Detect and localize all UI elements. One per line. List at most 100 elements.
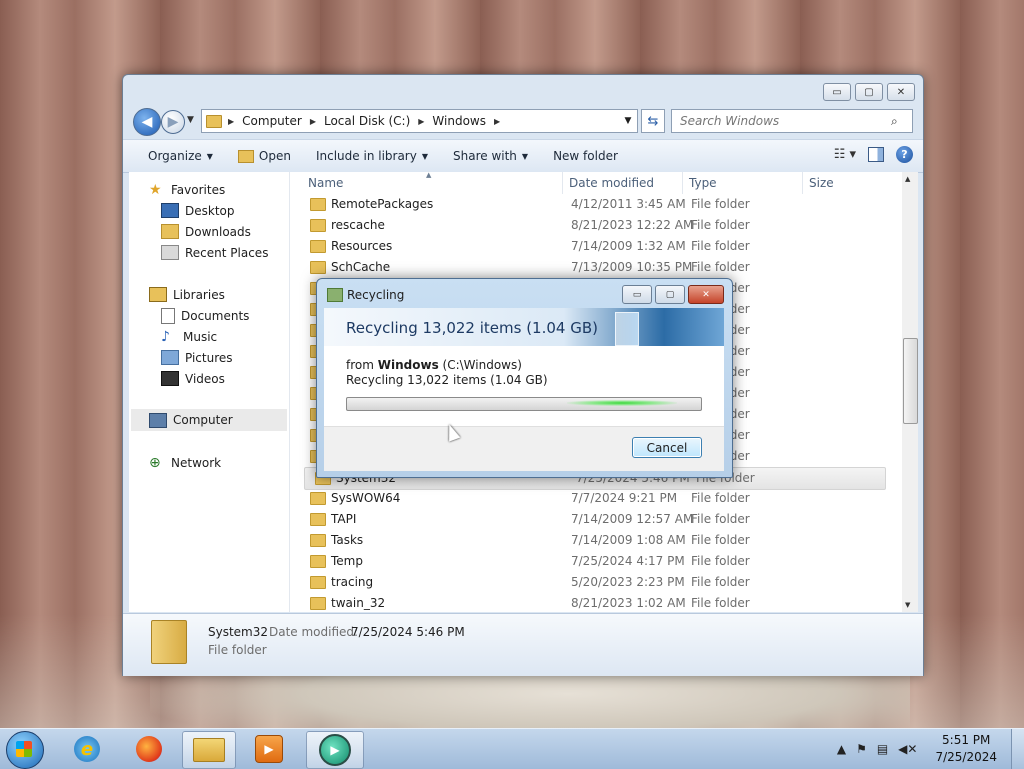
action-center-flag-icon[interactable]: ⚑ [856, 742, 867, 756]
refresh-icon: ⇆ [647, 113, 659, 129]
column-divider[interactable] [562, 172, 563, 194]
preview-pane-icon[interactable] [868, 147, 884, 162]
vertical-scrollbar[interactable]: ▲ ▼ [902, 172, 918, 612]
show-desktop-button[interactable] [1011, 729, 1024, 769]
clock[interactable]: 5:51 PM 7/25/2024 [935, 732, 997, 766]
open-icon [237, 149, 254, 163]
network-status-icon[interactable]: ▤ [877, 742, 888, 756]
volume-muted-icon[interactable]: ◀✕ [898, 742, 917, 756]
column-header-name[interactable]: Name [308, 176, 343, 190]
file-row[interactable]: SchCache 7/13/2009 10:35 PM File folder [300, 257, 880, 278]
taskbar: e ▶ ▶ ▲ ⚑ ▤ ◀✕ 5:51 PM 7/25/2024 [0, 728, 1024, 769]
scroll-down-icon[interactable]: ▼ [905, 601, 910, 609]
scroll-up-icon[interactable]: ▲ [905, 175, 910, 183]
refresh-button[interactable]: ⇆ [641, 109, 665, 133]
file-date-modified: 7/14/2009 1:32 AM [571, 239, 686, 253]
taskbar-firefox[interactable] [124, 731, 174, 767]
minimize-button[interactable]: ▭ [823, 83, 851, 101]
file-date-modified: 5/20/2023 2:23 PM [571, 575, 685, 589]
dialog-minimize-button[interactable]: ▭ [622, 285, 652, 304]
nav-network[interactable]: ⊕ Network [149, 455, 221, 471]
details-pane: System32 Date modified: 7/25/2024 5:46 P… [123, 613, 923, 676]
file-name: TAPI [331, 512, 357, 526]
file-type: File folder [691, 491, 750, 505]
navigation-pane: ★ Favorites Desktop Downloads Recent Plac… [129, 172, 289, 612]
views-icon[interactable]: ☷ ▾ [834, 147, 856, 162]
file-row[interactable]: TAPI 7/14/2009 12:57 AM File folder [300, 509, 880, 530]
nav-label: Favorites [171, 183, 226, 197]
file-row[interactable]: rescache 8/21/2023 12:22 AM File folder [300, 215, 880, 236]
file-row[interactable]: RemotePackages 4/12/2011 3:45 AM File fold… [300, 194, 880, 215]
nav-music[interactable]: ♪ Music [161, 329, 217, 345]
dialog-close-button[interactable]: ✕ [688, 285, 724, 304]
address-dropdown[interactable]: ▼ [619, 116, 637, 126]
file-row[interactable]: Temp 7/25/2024 4:17 PM File folder [300, 551, 880, 572]
breadcrumb-local-disk[interactable]: Local Disk (C:) ▶ [324, 114, 432, 128]
open-button[interactable]: Open [237, 149, 291, 163]
file-date-modified: 7/7/2024 9:21 PM [571, 491, 678, 505]
folder-icon [310, 198, 326, 211]
back-button[interactable]: ◀ [133, 108, 161, 136]
column-divider[interactable] [682, 172, 683, 194]
dialog-body: from Windows (C:\Windows) Recycling 13,0… [324, 346, 724, 426]
pictures-icon [161, 350, 179, 365]
nav-downloads[interactable]: Downloads [161, 224, 251, 239]
progress-glow [567, 400, 677, 406]
file-row[interactable]: Resources 7/14/2009 1:32 AM File folder [300, 236, 880, 257]
share-with-button[interactable]: Share with ▼ [453, 149, 528, 163]
folder-icon [310, 555, 326, 568]
recycle-bin-graphic [615, 312, 639, 346]
show-hidden-icons-icon[interactable]: ▲ [837, 742, 846, 756]
start-button[interactable] [6, 731, 44, 769]
include-in-library-button[interactable]: Include in library ▼ [316, 149, 428, 163]
file-name: tracing [331, 575, 374, 589]
column-header-size[interactable]: Size [809, 176, 834, 190]
nav-recent-places[interactable]: Recent Places [161, 245, 268, 260]
forward-button[interactable]: ▶ [161, 110, 185, 134]
nav-computer[interactable]: Computer [131, 409, 287, 431]
dialog-footer: Cancel [324, 426, 724, 471]
file-row[interactable]: SysWOW64 7/7/2024 9:21 PM File folder [300, 488, 880, 509]
nav-favorites[interactable]: ★ Favorites [149, 182, 225, 198]
nav-pictures[interactable]: Pictures [161, 350, 233, 365]
breadcrumb-computer[interactable]: Computer ▶ [242, 114, 324, 128]
file-row[interactable]: tracing 5/20/2023 2:23 PM File folder [300, 572, 880, 593]
column-divider[interactable] [802, 172, 803, 194]
sort-ascending-icon: ▲ [426, 171, 432, 179]
maximize-button[interactable]: ▢ [855, 83, 883, 101]
dialog-maximize-button[interactable]: ▢ [655, 285, 685, 304]
taskbar-windows-explorer[interactable] [182, 731, 236, 769]
close-button[interactable]: ✕ [887, 83, 915, 101]
details-name: System32 [208, 625, 269, 639]
search-icon[interactable]: ⌕ [891, 114, 898, 129]
star-icon: ★ [149, 182, 162, 198]
dialog-caption-buttons: ▭ ▢ ✕ [622, 285, 724, 304]
nav-libraries[interactable]: Libraries [149, 287, 225, 302]
search-box[interactable]: ⌕ [671, 109, 913, 133]
nav-label: Libraries [173, 287, 225, 302]
recent-pages-dropdown[interactable]: ▼ [187, 115, 194, 125]
help-icon[interactable]: ? [896, 146, 913, 163]
taskbar-recycle-progress[interactable]: ▶ [306, 731, 364, 769]
file-date-modified: 7/25/2024 4:17 PM [571, 554, 685, 568]
folder-icon [310, 261, 326, 274]
search-input[interactable] [678, 113, 887, 129]
taskbar-internet-explorer[interactable]: e [62, 731, 112, 767]
address-bar[interactable]: ▶ Computer ▶ Local Disk (C:) ▶ Windows ▶ ▼ [201, 109, 638, 133]
nav-label: Computer [173, 413, 233, 427]
breadcrumb-windows[interactable]: Windows ▶ [432, 114, 508, 128]
column-header-date-modified[interactable]: Date modified [569, 176, 654, 190]
scroll-thumb[interactable] [903, 338, 918, 424]
cancel-button[interactable]: Cancel [632, 437, 702, 458]
taskbar-media-player[interactable]: ▶ [244, 731, 294, 767]
folder-icon [310, 492, 326, 505]
file-row[interactable]: Tasks 7/14/2009 1:08 AM File folder [300, 530, 880, 551]
nav-videos[interactable]: Videos [161, 371, 225, 386]
breadcrumb-root-arrow[interactable]: ▶ [228, 117, 242, 126]
nav-desktop[interactable]: Desktop [161, 203, 235, 218]
organize-button[interactable]: Organize ▼ [148, 149, 213, 163]
new-folder-button[interactable]: New folder [553, 149, 618, 163]
file-row[interactable]: twain_32 8/21/2023 1:02 AM File folder [300, 593, 880, 614]
column-header-type[interactable]: Type [689, 176, 717, 190]
nav-documents[interactable]: Documents [161, 308, 249, 324]
